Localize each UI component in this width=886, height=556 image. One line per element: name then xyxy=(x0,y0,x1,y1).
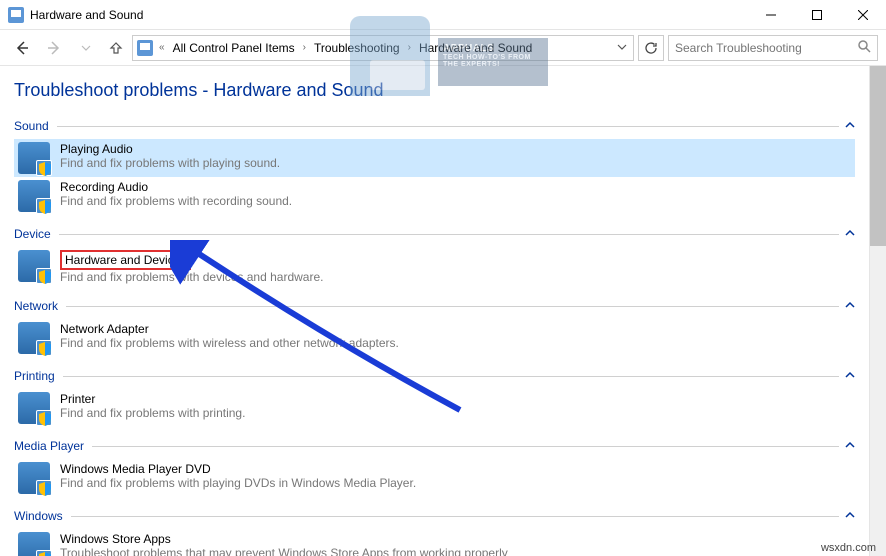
troubleshoot-icon xyxy=(18,392,50,424)
section-header[interactable]: Device xyxy=(14,227,855,241)
troubleshoot-item[interactable]: Hardware and DevicesFind and fix problem… xyxy=(14,247,855,287)
item-description: Find and fix problems with devices and h… xyxy=(60,270,323,284)
troubleshoot-icon xyxy=(18,180,50,212)
section-header[interactable]: Printing xyxy=(14,369,855,383)
titlebar: Hardware and Sound xyxy=(0,0,886,30)
troubleshoot-item[interactable]: Playing AudioFind and fix problems with … xyxy=(14,139,855,177)
item-description: Troubleshoot problems that may prevent W… xyxy=(60,546,508,556)
divider xyxy=(66,306,839,307)
breadcrumb-item[interactable]: Hardware and Sound xyxy=(415,41,536,55)
chevron-left-icon: « xyxy=(155,42,169,53)
divider xyxy=(71,516,839,517)
section-title: Windows xyxy=(14,509,63,523)
nav-back-button[interactable] xyxy=(8,34,36,62)
search-input[interactable] xyxy=(675,41,857,55)
window-controls xyxy=(748,0,886,30)
breadcrumb-item[interactable]: All Control Panel Items xyxy=(169,41,299,55)
divider xyxy=(63,376,839,377)
nav-recent-dropdown[interactable] xyxy=(72,34,100,62)
chevron-up-icon[interactable] xyxy=(845,510,855,523)
search-icon[interactable] xyxy=(857,39,871,56)
section: Windows Windows Store AppsTroubleshoot pr… xyxy=(14,509,855,556)
chevron-up-icon[interactable] xyxy=(845,120,855,133)
troubleshoot-item[interactable]: Recording AudioFind and fix problems wit… xyxy=(14,177,855,215)
item-title: Windows Store Apps xyxy=(60,532,508,546)
item-title: Windows Media Player DVD xyxy=(60,462,416,476)
item-text: Windows Store AppsTroubleshoot problems … xyxy=(60,532,508,556)
item-text: Network AdapterFind and fix problems wit… xyxy=(60,322,399,350)
section-header[interactable]: Network xyxy=(14,299,855,313)
section-title: Printing xyxy=(14,369,55,383)
chevron-up-icon[interactable] xyxy=(845,228,855,241)
window-title: Hardware and Sound xyxy=(30,8,748,22)
item-text: Windows Media Player DVDFind and fix pro… xyxy=(60,462,416,490)
scrollbar-thumb[interactable] xyxy=(870,66,886,246)
search-box[interactable] xyxy=(668,35,878,61)
section-title: Media Player xyxy=(14,439,84,453)
divider xyxy=(59,234,839,235)
item-description: Find and fix problems with recording sou… xyxy=(60,194,292,208)
chevron-right-icon: › xyxy=(404,42,415,53)
divider xyxy=(92,446,839,447)
section-header[interactable]: Sound xyxy=(14,119,855,133)
item-description: Find and fix problems with playing DVDs … xyxy=(60,476,416,490)
item-text: Hardware and DevicesFind and fix problem… xyxy=(60,250,323,284)
item-description: Find and fix problems with playing sound… xyxy=(60,156,280,170)
section-header[interactable]: Media Player xyxy=(14,439,855,453)
section-title: Network xyxy=(14,299,58,313)
troubleshoot-icon xyxy=(18,532,50,556)
item-title: Network Adapter xyxy=(60,322,399,336)
troubleshoot-item[interactable]: Network AdapterFind and fix problems wit… xyxy=(14,319,855,357)
section: Device Hardware and DevicesFind and fix p… xyxy=(14,227,855,287)
troubleshoot-icon xyxy=(18,322,50,354)
refresh-button[interactable] xyxy=(638,35,664,61)
troubleshoot-icon xyxy=(18,142,50,174)
item-description: Find and fix problems with printing. xyxy=(60,406,245,420)
troubleshoot-icon xyxy=(18,462,50,494)
section-title: Device xyxy=(14,227,51,241)
troubleshoot-icon xyxy=(18,250,50,282)
nav-forward-button[interactable] xyxy=(40,34,68,62)
section-title: Sound xyxy=(14,119,49,133)
chevron-right-icon: › xyxy=(299,42,310,53)
breadcrumb-dropdown[interactable] xyxy=(613,41,631,55)
breadcrumb-item[interactable]: Troubleshooting xyxy=(310,41,404,55)
page-title: Troubleshoot problems - Hardware and Sou… xyxy=(14,80,855,101)
section: Media Player Windows Media Player DVDFind… xyxy=(14,439,855,497)
scrollbar[interactable] xyxy=(869,66,886,556)
item-text: Recording AudioFind and fix problems wit… xyxy=(60,180,292,208)
item-text: PrinterFind and fix problems with printi… xyxy=(60,392,245,420)
item-title: Playing Audio xyxy=(60,142,280,156)
item-text: Playing AudioFind and fix problems with … xyxy=(60,142,280,170)
close-button[interactable] xyxy=(840,0,886,30)
section: Printing PrinterFind and fix problems wit… xyxy=(14,369,855,427)
credit-text: wsxdn.com xyxy=(821,542,876,554)
troubleshoot-item[interactable]: Windows Store AppsTroubleshoot problems … xyxy=(14,529,855,556)
nav-up-button[interactable] xyxy=(104,36,128,60)
item-description: Find and fix problems with wireless and … xyxy=(60,336,399,350)
minimize-button[interactable] xyxy=(748,0,794,30)
item-title: Recording Audio xyxy=(60,180,292,194)
item-title: Printer xyxy=(60,392,245,406)
section-header[interactable]: Windows xyxy=(14,509,855,523)
chevron-up-icon[interactable] xyxy=(845,370,855,383)
maximize-button[interactable] xyxy=(794,0,840,30)
section: SoundPlaying AudioFind and fix problems … xyxy=(14,119,855,215)
troubleshoot-item[interactable]: PrinterFind and fix problems with printi… xyxy=(14,389,855,427)
control-panel-icon xyxy=(137,40,153,56)
breadcrumb[interactable]: « All Control Panel Items › Troubleshoot… xyxy=(132,35,634,61)
troubleshoot-item[interactable]: Windows Media Player DVDFind and fix pro… xyxy=(14,459,855,497)
item-title: Hardware and Devices xyxy=(60,250,191,270)
chevron-up-icon[interactable] xyxy=(845,300,855,313)
control-panel-icon xyxy=(8,7,24,23)
content-area: Troubleshoot problems - Hardware and Sou… xyxy=(0,66,869,556)
chevron-up-icon[interactable] xyxy=(845,440,855,453)
section: NetworkNetwork AdapterFind and fix probl… xyxy=(14,299,855,357)
navbar: « All Control Panel Items › Troubleshoot… xyxy=(0,30,886,66)
divider xyxy=(57,126,839,127)
